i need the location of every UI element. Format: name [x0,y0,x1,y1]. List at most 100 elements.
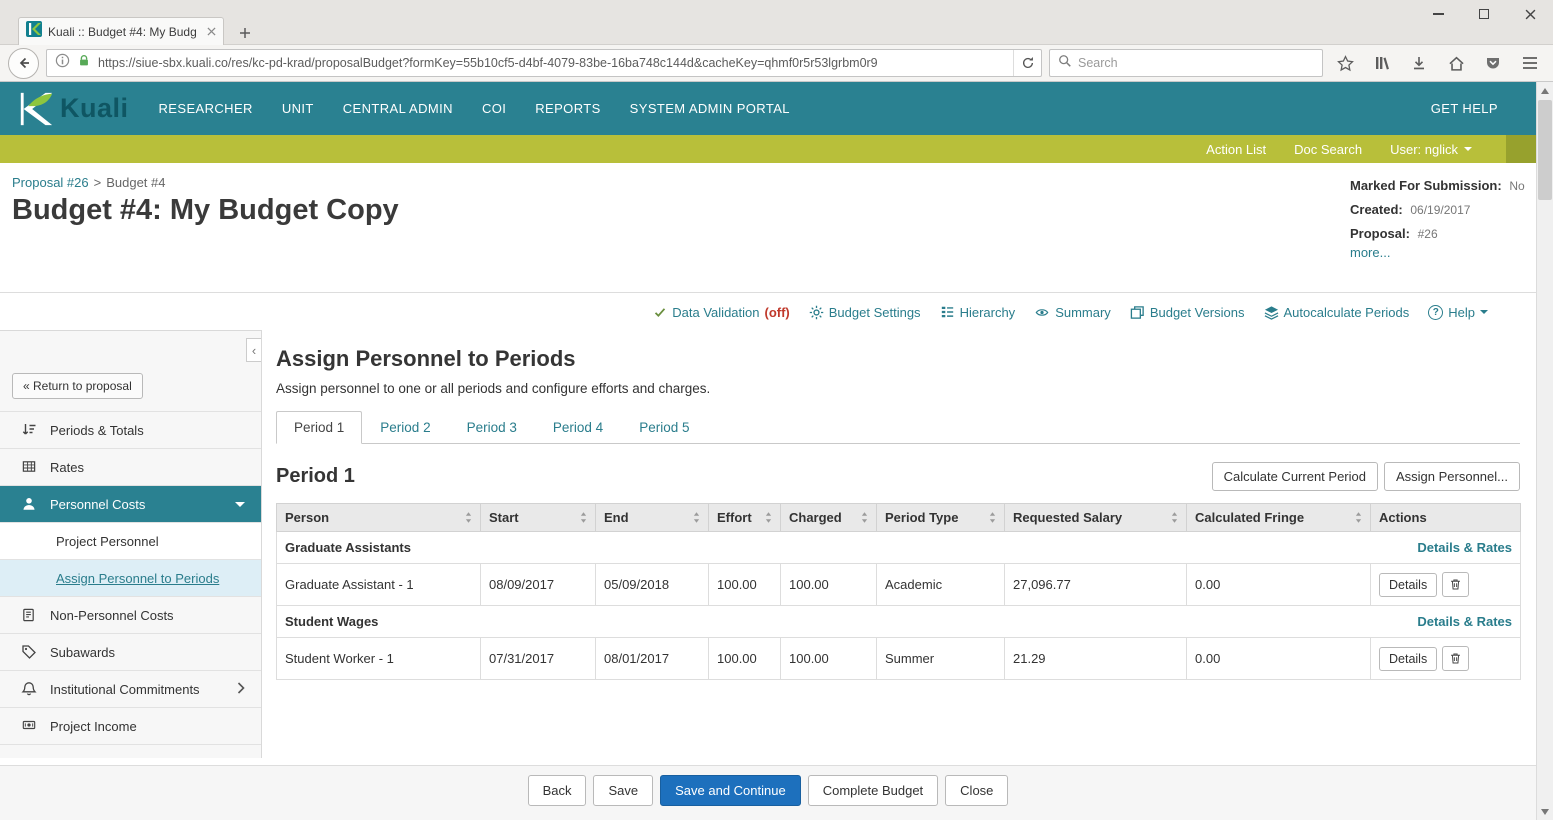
kuali-favicon [26,21,42,42]
help-menu[interactable]: ? Help [1428,305,1488,320]
sort-arrows-icon[interactable] [861,511,868,524]
col-calculated-fringe[interactable]: Calculated Fringe [1187,504,1371,532]
user-menu[interactable]: User: nglick [1390,142,1472,157]
search-input[interactable] [1078,56,1314,70]
search-icon [1058,54,1072,73]
window-minimize-button[interactable] [1415,0,1461,28]
sort-arrows-icon[interactable] [1171,511,1178,524]
browser-tab[interactable]: Kuali :: Budget #4: My Budg [18,17,224,45]
col-start[interactable]: Start [481,504,596,532]
bookmark-star-icon[interactable] [1330,48,1360,78]
tab-period-4[interactable]: Period 4 [535,411,621,444]
sidebar-item-rates[interactable]: Rates [0,449,261,486]
search-bar[interactable] [1049,49,1323,77]
details-button[interactable]: Details [1379,647,1437,671]
sort-arrows-icon[interactable] [1355,511,1362,524]
sidebar-collapse-button[interactable]: ‹ [246,338,261,362]
save-and-continue-button[interactable]: Save and Continue [660,775,801,806]
sidebar-item-institutional-commitments[interactable]: Institutional Commitments [0,671,261,708]
sort-arrows-icon[interactable] [693,511,700,524]
nav-item-central-admin[interactable]: CENTRAL ADMIN [343,101,453,116]
tab-period-2[interactable]: Period 2 [362,411,448,444]
sidebar-item-project-income[interactable]: Project Income [0,708,261,745]
nav-item-unit[interactable]: UNIT [282,101,314,116]
doc-search-link[interactable]: Doc Search [1294,142,1362,157]
col-effort[interactable]: Effort [709,504,781,532]
complete-budget-button[interactable]: Complete Budget [808,775,938,806]
reload-button[interactable] [1013,50,1041,76]
vertical-scrollbar[interactable] [1536,82,1553,820]
nav-item-system-admin-portal[interactable]: SYSTEM ADMIN PORTAL [630,101,790,116]
tab-close-icon[interactable] [207,27,216,36]
action-list-link[interactable]: Action List [1206,142,1266,157]
user-label: User: nglick [1390,142,1458,157]
sidebar-item-modular[interactable]: Modular [0,745,261,758]
close-button-footer[interactable]: Close [945,775,1008,806]
budget-settings-link[interactable]: Budget Settings [809,305,921,320]
url-text[interactable]: https://siue-sbx.kuali.co/res/kc-pd-krad… [98,56,1006,70]
url-bar[interactable]: https://siue-sbx.kuali.co/res/kc-pd-krad… [46,49,1042,77]
sort-arrows-icon[interactable] [989,511,996,524]
breadcrumb-proposal-link[interactable]: Proposal #26 [12,175,89,190]
window-maximize-button[interactable] [1461,0,1507,28]
tab-period-1[interactable]: Period 1 [276,411,362,444]
page-info-icon[interactable] [55,53,70,73]
pocket-icon[interactable] [1478,48,1508,78]
summary-link[interactable]: Summary [1034,305,1111,320]
sort-icon [21,422,38,438]
brand-name[interactable]: Kuali [60,93,129,124]
sort-arrows-icon[interactable] [580,511,587,524]
details-and-rates-link[interactable]: Details & Rates [1417,540,1512,555]
sort-arrows-icon[interactable] [765,511,772,524]
home-icon[interactable] [1441,48,1471,78]
nav-item-coi[interactable]: COI [482,101,506,116]
tab-period-5[interactable]: Period 5 [621,411,707,444]
help-icon: ? [1428,305,1443,320]
budget-versions-link[interactable]: Budget Versions [1130,305,1245,320]
back-button-footer[interactable]: Back [528,775,587,806]
more-link[interactable]: more... [1350,245,1390,260]
sidebar-item-periods-totals[interactable]: Periods & Totals [0,412,261,449]
col-person[interactable]: Person [277,504,481,532]
scrollbar-thumb[interactable] [1538,100,1552,200]
scroll-up-button[interactable] [1537,82,1553,99]
window-close-button[interactable] [1507,0,1553,28]
sort-arrows-icon[interactable] [465,511,472,524]
col-period-type[interactable]: Period Type [877,504,1005,532]
assign-personnel-button[interactable]: Assign Personnel... [1384,462,1520,491]
calculate-current-period-button[interactable]: Calculate Current Period [1212,462,1378,491]
save-button[interactable]: Save [593,775,653,806]
details-button[interactable]: Details [1379,573,1437,597]
autocalculate-periods-link[interactable]: Autocalculate Periods [1264,305,1410,320]
sidebar-item-assign-personnel-to-periods[interactable]: Assign Personnel to Periods [0,560,261,597]
cell-person: Student Worker - 1 [277,638,481,680]
data-validation-link[interactable]: Data Validation (off) [653,305,789,320]
delete-row-button[interactable] [1442,572,1469,597]
sidebar-item-subawards[interactable]: Subawards [0,634,261,671]
chevron-down-icon [1480,310,1488,314]
col-end[interactable]: End [596,504,709,532]
return-to-proposal-button[interactable]: « Return to proposal [12,373,143,399]
sidebar-item-project-personnel[interactable]: Project Personnel [0,523,261,560]
scroll-down-button[interactable] [1537,803,1553,820]
cell-requested-salary: 27,096.77 [1005,564,1187,606]
details-and-rates-link[interactable]: Details & Rates [1417,614,1512,629]
get-help-link[interactable]: GET HELP [1431,101,1498,116]
download-icon[interactable] [1404,48,1434,78]
col-requested-salary[interactable]: Requested Salary [1005,504,1187,532]
action-bar-corner-button[interactable] [1506,135,1536,163]
sidebar-item-personnel-costs[interactable]: Personnel Costs [0,486,261,523]
new-tab-button[interactable] [232,21,258,45]
kuali-logo-icon[interactable] [16,90,56,128]
delete-row-button[interactable] [1442,646,1469,671]
table-icon [21,459,38,475]
menu-icon[interactable] [1515,48,1545,78]
back-button[interactable] [8,48,39,79]
hierarchy-link[interactable]: Hierarchy [940,305,1016,320]
sidebar-item-non-personnel-costs[interactable]: Non-Personnel Costs [0,597,261,634]
tab-period-3[interactable]: Period 3 [449,411,535,444]
col-charged[interactable]: Charged [781,504,877,532]
nav-item-reports[interactable]: REPORTS [535,101,600,116]
library-icon[interactable] [1367,48,1397,78]
nav-item-researcher[interactable]: RESEARCHER [159,101,253,116]
